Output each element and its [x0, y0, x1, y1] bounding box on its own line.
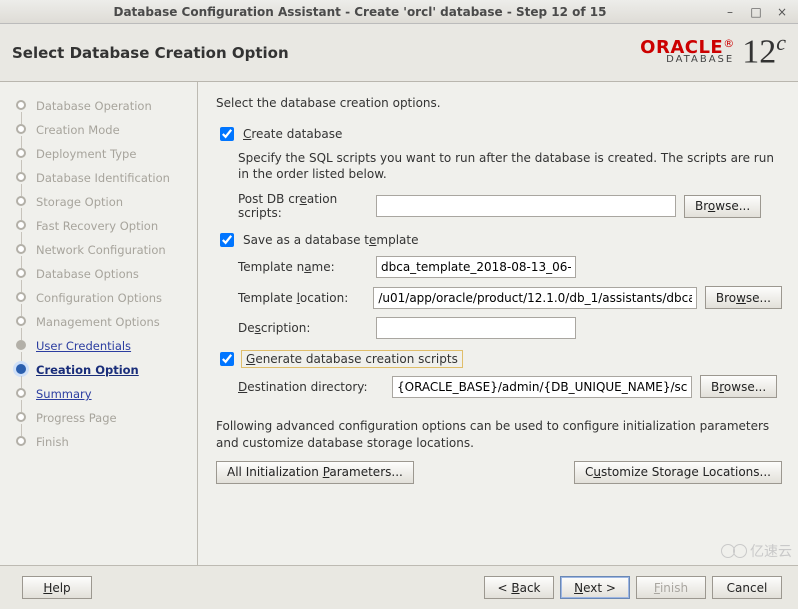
customize-storage-button[interactable]: Customize Storage Locations...	[574, 461, 782, 484]
step-finish: Finish	[18, 430, 189, 454]
step-progress-page: Progress Page	[18, 406, 189, 430]
wizard-sidebar: Database Operation Creation Mode Deploym…	[0, 82, 198, 565]
finish-button: Finish	[636, 576, 706, 599]
wizard-footer: Help < Back Next > Finish Cancel	[0, 565, 798, 609]
generate-scripts-label: Generate database creation scripts	[243, 352, 461, 366]
close-icon[interactable]: ×	[774, 4, 790, 20]
step-storage-option: Storage Option	[18, 190, 189, 214]
post-scripts-input[interactable]	[376, 195, 676, 217]
back-button[interactable]: < Back	[484, 576, 554, 599]
create-database-desc: Specify the SQL scripts you want to run …	[238, 150, 782, 182]
advanced-text: Following advanced configuration options…	[216, 418, 782, 450]
step-fast-recovery-option: Fast Recovery Option	[18, 214, 189, 238]
help-button[interactable]: Help	[22, 576, 92, 599]
post-scripts-browse-button[interactable]: Browse...	[684, 195, 761, 218]
step-configuration-options: Configuration Options	[18, 286, 189, 310]
maximize-icon[interactable]: □	[748, 4, 764, 20]
generate-scripts-checkbox[interactable]	[220, 352, 234, 366]
template-name-label: Template name:	[238, 260, 368, 274]
destination-dir-browse-button[interactable]: Browse...	[700, 375, 777, 398]
next-button[interactable]: Next >	[560, 576, 630, 599]
create-database-checkbox[interactable]	[220, 127, 234, 141]
post-scripts-label: Post DB creation scripts:	[238, 192, 368, 220]
version-number: 12	[742, 33, 776, 70]
all-init-params-button[interactable]: All Initialization Parameters...	[216, 461, 414, 484]
step-network-configuration: Network Configuration	[18, 238, 189, 262]
template-location-input[interactable]	[373, 287, 696, 309]
page-header: Select Database Creation Option ORACLE® …	[0, 24, 798, 82]
template-description-input[interactable]	[376, 317, 576, 339]
instruction-text: Select the database creation options.	[216, 96, 782, 110]
save-template-label: Save as a database template	[243, 233, 419, 247]
step-user-credentials[interactable]: User Credentials	[18, 334, 189, 358]
step-deployment-type: Deployment Type	[18, 142, 189, 166]
step-management-options: Management Options	[18, 310, 189, 334]
step-creation-option[interactable]: Creation Option	[18, 358, 189, 382]
main-panel: Select the database creation options. Cr…	[198, 82, 798, 565]
step-creation-mode: Creation Mode	[18, 118, 189, 142]
minimize-icon[interactable]: –	[722, 4, 738, 20]
cancel-button[interactable]: Cancel	[712, 576, 782, 599]
step-database-identification: Database Identification	[18, 166, 189, 190]
page-title: Select Database Creation Option	[12, 44, 289, 62]
window-title: Database Configuration Assistant - Creat…	[8, 5, 712, 19]
window-titlebar: Database Configuration Assistant - Creat…	[0, 0, 798, 24]
step-summary[interactable]: Summary	[18, 382, 189, 406]
save-template-checkbox[interactable]	[220, 233, 234, 247]
template-location-label: Template location:	[238, 291, 365, 305]
template-name-input[interactable]	[376, 256, 576, 278]
destination-dir-input[interactable]	[392, 376, 692, 398]
oracle-logo: ORACLE® DATABASE 12c	[640, 32, 786, 69]
step-database-options: Database Options	[18, 262, 189, 286]
version-suffix: c	[776, 30, 786, 55]
template-description-label: Description:	[238, 321, 368, 335]
destination-dir-label: Destination directory:	[238, 380, 384, 394]
create-database-label: Create database	[243, 127, 342, 141]
step-database-operation: Database Operation	[18, 94, 189, 118]
template-location-browse-button[interactable]: Browse...	[705, 286, 782, 309]
